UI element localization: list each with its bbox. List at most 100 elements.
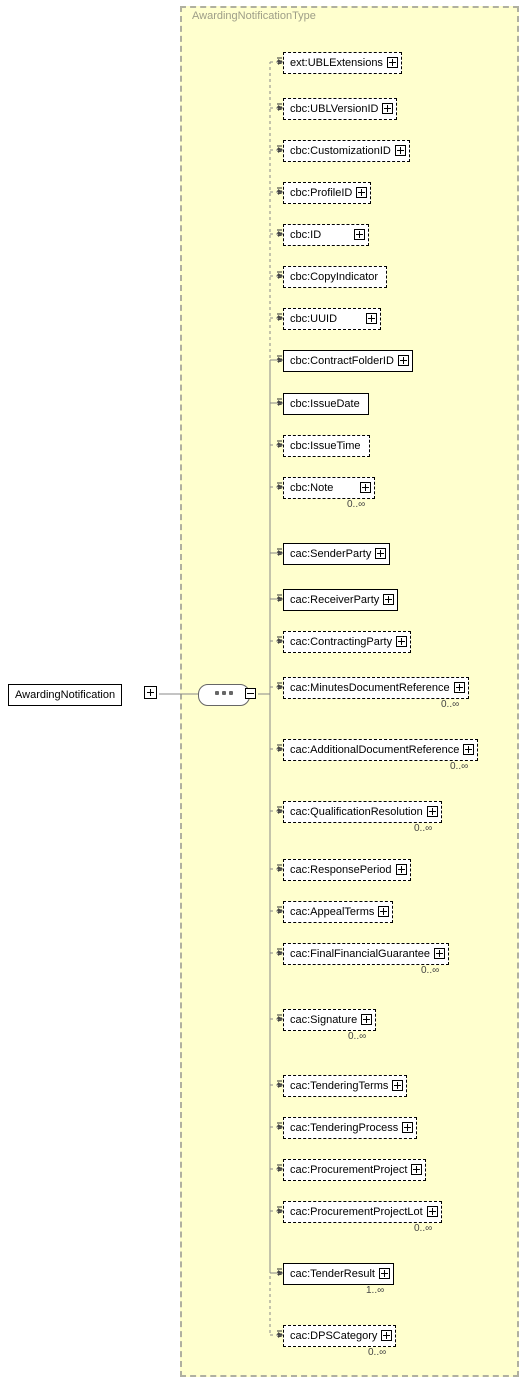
details-icon <box>277 594 282 601</box>
schema-element[interactable]: cbc:CopyIndicator <box>283 266 387 288</box>
schema-element[interactable]: cac:TenderingTerms <box>283 1075 407 1097</box>
schema-diagram: AwardingNotificationType AwardingNotific… <box>0 0 527 1383</box>
expand-icon[interactable] <box>379 1268 390 1279</box>
details-icon <box>277 864 282 871</box>
schema-element[interactable]: cac:DPSCategory <box>283 1325 396 1347</box>
schema-element[interactable]: cbc:IssueDate <box>283 393 369 415</box>
element-label: cbc:UUID <box>290 313 337 325</box>
details-icon <box>277 682 282 689</box>
expand-icon[interactable] <box>427 1206 438 1217</box>
schema-element[interactable]: cbc:CustomizationID <box>283 140 410 162</box>
element-label: cac:ProcurementProject <box>290 1164 407 1176</box>
details-icon <box>277 636 282 643</box>
schema-element[interactable]: cac:QualificationResolution <box>283 801 442 823</box>
details-icon <box>277 1330 282 1337</box>
root-element[interactable]: AwardingNotification <box>8 684 122 706</box>
expand-icon[interactable] <box>402 1122 413 1133</box>
expand-icon[interactable] <box>375 548 386 559</box>
schema-element[interactable]: cac:ResponsePeriod <box>283 859 411 881</box>
details-icon <box>277 187 282 194</box>
expand-icon[interactable] <box>463 744 474 755</box>
expand-icon[interactable] <box>434 948 445 959</box>
details-icon <box>277 1164 282 1171</box>
expand-icon[interactable] <box>454 682 465 693</box>
expand-icon[interactable] <box>361 1014 372 1025</box>
details-icon <box>277 806 282 813</box>
cardinality-label: 0..∞ <box>348 1031 366 1042</box>
schema-element[interactable]: cbc:UBLVersionID <box>283 98 397 120</box>
cardinality-label: 0..∞ <box>450 761 468 772</box>
details-icon <box>277 145 282 152</box>
expand-icon[interactable] <box>396 636 407 647</box>
element-label: cac:TenderResult <box>290 1268 375 1280</box>
element-label: cac:ProcurementProjectLot <box>290 1206 423 1218</box>
schema-element[interactable]: cac:ProcurementProject <box>283 1159 426 1181</box>
schema-element[interactable]: cac:TenderResult <box>283 1263 394 1285</box>
element-label: cac:TenderingTerms <box>290 1080 388 1092</box>
expand-icon[interactable] <box>381 1330 392 1341</box>
details-icon <box>277 1122 282 1129</box>
cardinality-label: 0..∞ <box>347 499 365 510</box>
element-label: cac:FinalFinancialGuarantee <box>290 948 430 960</box>
schema-element[interactable]: cbc:UUID <box>283 308 381 330</box>
expand-icon[interactable] <box>356 187 367 198</box>
minus-icon[interactable] <box>245 688 256 699</box>
schema-element[interactable]: cac:Signature <box>283 1009 376 1031</box>
element-label: cac:QualificationResolution <box>290 806 423 818</box>
schema-element[interactable]: cbc:Note <box>283 477 375 499</box>
schema-element[interactable]: ext:UBLExtensions <box>283 52 402 74</box>
element-label: cac:Signature <box>290 1014 357 1026</box>
schema-element[interactable]: cac:ProcurementProjectLot <box>283 1201 442 1223</box>
element-label: cac:SenderParty <box>290 548 371 560</box>
details-icon <box>277 548 282 555</box>
details-icon <box>277 948 282 955</box>
expand-icon[interactable] <box>382 103 393 114</box>
expand-icon[interactable] <box>411 1164 422 1175</box>
cardinality-label: 0..∞ <box>368 1347 386 1358</box>
details-icon <box>277 1080 282 1087</box>
expand-icon[interactable] <box>144 686 157 699</box>
schema-element[interactable]: cac:FinalFinancialGuarantee <box>283 943 449 965</box>
expand-icon[interactable] <box>366 313 377 324</box>
expand-icon[interactable] <box>387 57 398 68</box>
schema-element[interactable]: cbc:ID <box>283 224 369 246</box>
expand-icon[interactable] <box>396 864 407 875</box>
expand-icon[interactable] <box>360 482 371 493</box>
cardinality-label: 0..∞ <box>414 1223 432 1234</box>
details-icon <box>277 1014 282 1021</box>
element-label: ext:UBLExtensions <box>290 57 383 69</box>
schema-element[interactable]: cbc:ProfileID <box>283 182 371 204</box>
schema-element[interactable]: cbc:ContractFolderID <box>283 350 413 372</box>
element-label: cbc:IssueTime <box>290 440 361 452</box>
details-icon <box>277 906 282 913</box>
element-label: cbc:Note <box>290 482 333 494</box>
schema-element[interactable]: cac:AppealTerms <box>283 901 393 923</box>
expand-icon[interactable] <box>427 806 438 817</box>
schema-element[interactable]: cac:ContractingParty <box>283 631 411 653</box>
root-element-label: AwardingNotification <box>15 689 115 701</box>
schema-element[interactable]: cac:MinutesDocumentReference <box>283 677 469 699</box>
expand-icon[interactable] <box>383 594 394 605</box>
element-label: cac:AdditionalDocumentReference <box>290 744 459 756</box>
schema-element[interactable]: cac:ReceiverParty <box>283 589 398 611</box>
details-icon <box>277 1268 282 1275</box>
element-label: cac:DPSCategory <box>290 1330 377 1342</box>
schema-element[interactable]: cac:SenderParty <box>283 543 390 565</box>
expand-icon[interactable] <box>354 229 365 240</box>
expand-icon[interactable] <box>392 1080 403 1091</box>
details-icon <box>277 482 282 489</box>
element-label: cbc:UBLVersionID <box>290 103 378 115</box>
element-label: cbc:CustomizationID <box>290 145 391 157</box>
expand-icon[interactable] <box>398 355 409 366</box>
sequence-compositor[interactable] <box>198 684 250 706</box>
schema-element[interactable]: cac:AdditionalDocumentReference <box>283 739 478 761</box>
complex-type-label: AwardingNotificationType <box>192 10 316 22</box>
expand-icon[interactable] <box>378 906 389 917</box>
expand-icon[interactable] <box>395 145 406 156</box>
schema-element[interactable]: cbc:IssueTime <box>283 435 370 457</box>
element-label: cbc:ContractFolderID <box>290 355 394 367</box>
details-icon <box>277 313 282 320</box>
details-icon <box>277 398 282 405</box>
details-icon <box>277 355 282 362</box>
schema-element[interactable]: cac:TenderingProcess <box>283 1117 417 1139</box>
